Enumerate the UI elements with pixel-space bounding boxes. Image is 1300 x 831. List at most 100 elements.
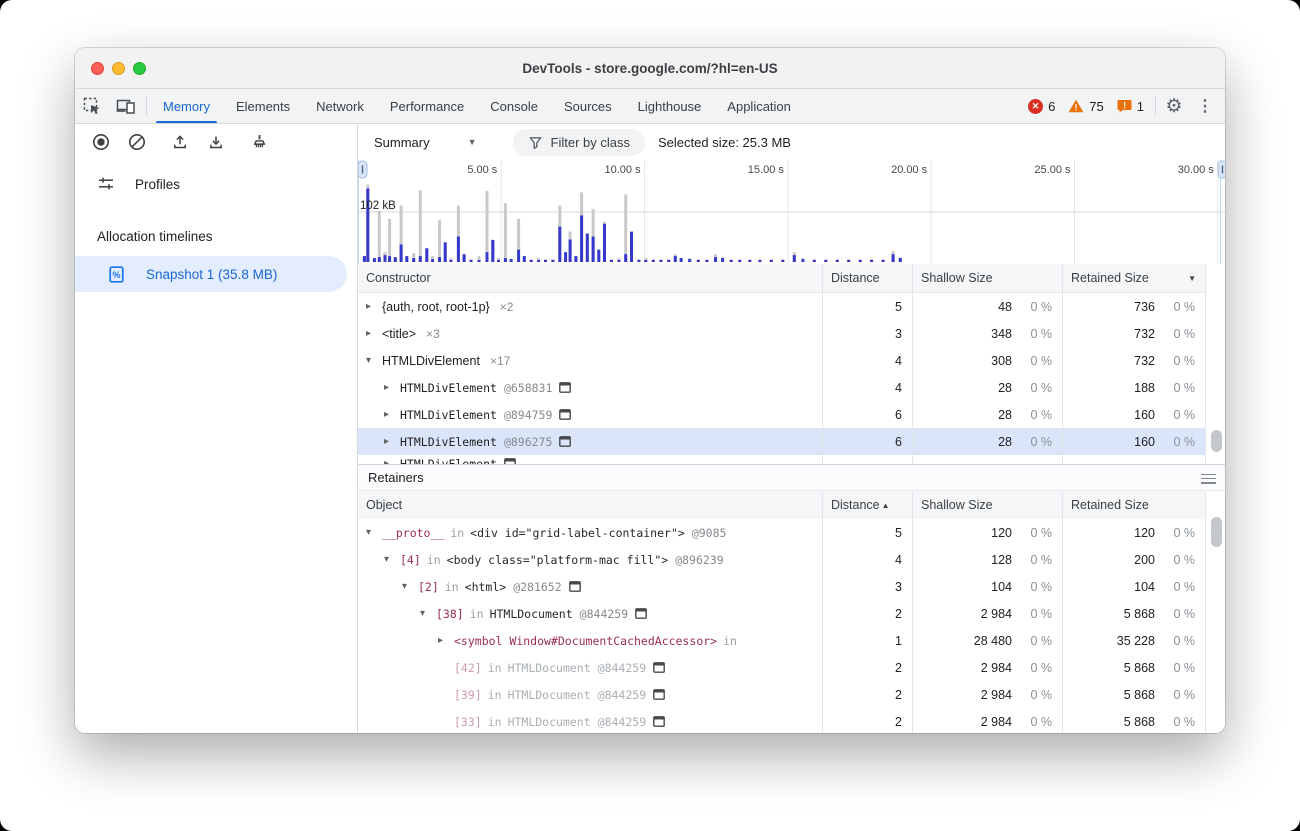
column-header-retained-size[interactable]: Retained Size [1062,491,1205,519]
tab-memory[interactable]: Memory [150,89,223,123]
reveal-icon[interactable] [653,689,665,700]
disclosure-triangle[interactable]: ▾ [384,554,400,565]
retainer-property[interactable]: __proto__ [382,526,444,540]
warning-badge[interactable]: ! 75 [1068,99,1103,114]
disclosure-triangle[interactable]: ▾ [402,581,418,592]
tab-performance[interactable]: Performance [377,89,477,123]
distance-cell: 5 [822,293,912,320]
sidebar-item-profiles[interactable]: Profiles [75,166,357,202]
retainer-property[interactable]: [4] [400,553,421,567]
retainer-property[interactable]: [39] [454,688,482,702]
load-icon[interactable] [162,127,198,157]
retainer-row[interactable]: ▾__proto__in<div id="grid-label-containe… [358,519,1205,546]
retained-size-cell: 5 8680 % [1062,600,1205,627]
disclosure-triangle[interactable]: ▾ [420,608,436,619]
tab-application[interactable]: Application [714,89,804,123]
profiles-icon [97,175,115,193]
disclosure-triangle[interactable]: ▸ [366,328,382,339]
constructor-row[interactable]: ▸HTMLDivElement [358,455,1205,464]
constructor-row[interactable]: ▸HTMLDivElement@8962756280 %1600 % [358,428,1205,455]
svg-text:15.00 s: 15.00 s [748,164,785,176]
constructor-name: HTMLDivElement [400,457,497,465]
disclosure-triangle[interactable]: ▸ [384,436,400,447]
shallow-size-cell: 3480 % [912,320,1062,347]
retainer-row[interactable]: [33]inHTMLDocument@84425922 9840 %5 8680… [358,708,1205,733]
tab-elements[interactable]: Elements [223,89,303,123]
retainer-row[interactable]: ▾[4]in<body class="platform-mac fill">@8… [358,546,1205,573]
gear-icon[interactable]: ⚙ [1159,95,1189,118]
reveal-icon[interactable] [635,608,647,619]
record-icon[interactable] [83,127,119,157]
constructor-row[interactable]: ▸HTMLDivElement@6588314280 %1880 % [358,374,1205,401]
perspective-select[interactable]: Summary ▼ [368,131,483,154]
constructor-row[interactable]: ▸{auth, root, root-1p}×25480 %7360 % [358,293,1205,320]
tab-console[interactable]: Console [477,89,551,123]
issue-badge[interactable]: !1 [1117,99,1144,114]
disclosure-triangle[interactable]: ▸ [366,301,382,312]
retainer-property[interactable]: [42] [454,661,482,675]
snapshot-icon: % [109,266,124,283]
column-header-shallow-size[interactable]: Shallow Size [912,264,1062,292]
save-icon[interactable] [198,127,234,157]
constructor-row[interactable]: ▸HTMLDivElement@8947596280 %1600 % [358,401,1205,428]
allocation-timeline-overview[interactable]: 5.00 s10.00 s15.00 s20.00 s25.00 s30.00 … [358,160,1225,264]
retainer-row[interactable]: ▾[38]inHTMLDocument@84425922 9840 %5 868… [358,600,1205,627]
retainer-property[interactable]: [38] [436,607,464,621]
device-toolbar-icon[interactable] [109,89,143,123]
retainer-object: <div id="grid-label-container"> [470,526,685,540]
reveal-icon[interactable] [559,409,571,420]
error-badge[interactable]: ✕6 [1028,99,1055,114]
distance-cell: 2 [822,708,912,733]
clear-icon[interactable] [119,127,155,157]
retainer-row[interactable]: [42]inHTMLDocument@84425922 9840 %5 8680… [358,654,1205,681]
constructor-row[interactable]: ▸<title>×333480 %7320 % [358,320,1205,347]
reveal-icon[interactable] [559,436,571,447]
constructor-scrollbar[interactable] [1205,264,1225,464]
column-header-retained-size[interactable]: Retained Size▼ [1062,264,1205,292]
retainer-property[interactable]: [33] [454,715,482,729]
class-filter-input[interactable]: Filter by class [513,129,645,156]
kebab-icon[interactable]: ⋮ [1193,96,1217,116]
retainer-row[interactable]: [39]inHTMLDocument@84425922 9840 %5 8680… [358,681,1205,708]
instance-count: ×3 [426,327,440,341]
retainer-property[interactable]: [2] [418,580,439,594]
profiles-label: Profiles [135,177,180,192]
reveal-icon[interactable] [653,716,665,727]
inspect-icon[interactable] [75,89,109,123]
scrollbar-thumb[interactable] [1211,517,1222,547]
disclosure-triangle[interactable]: ▾ [366,355,382,366]
svg-text:30.00 s: 30.00 s [1178,164,1215,176]
sort-descending-icon: ▼ [1188,274,1196,283]
column-header-object[interactable]: Object [358,491,822,519]
shallow-size-cell: 3080 % [912,347,1062,374]
constructor-row[interactable]: ▾HTMLDivElement×1743080 %7320 % [358,347,1205,374]
scrollbar-thumb[interactable] [1211,430,1222,452]
badge-count: 75 [1089,99,1103,114]
tab-network[interactable]: Network [303,89,377,123]
disclosure-triangle[interactable]: ▸ [438,635,454,646]
hamburger-icon[interactable] [1201,471,1216,486]
retainer-property[interactable]: <symbol Window#DocumentCachedAccessor> [454,634,717,648]
garbage-collect-icon[interactable] [241,127,277,157]
constructor-name: HTMLDivElement [400,435,497,449]
column-header-shallow-size[interactable]: Shallow Size [912,491,1062,519]
column-header-distance[interactable]: Distance [822,264,912,292]
warning-icon: ! [1068,99,1084,113]
retainer-object: HTMLDocument [508,661,591,675]
tab-lighthouse[interactable]: Lighthouse [625,89,715,123]
column-header-distance[interactable]: Distance▲ [822,491,912,519]
reveal-icon[interactable] [559,382,571,393]
disclosure-triangle[interactable]: ▾ [366,527,382,538]
reveal-icon[interactable] [569,581,581,592]
disclosure-triangle[interactable]: ▸ [384,382,400,393]
sidebar-item-snapshot-1[interactable]: % Snapshot 1 (35.8 MB) [75,256,347,292]
reveal-icon[interactable] [653,662,665,673]
retainer-row[interactable]: ▾[2]in<html>@28165231040 %1040 % [358,573,1205,600]
retainer-row[interactable]: ▸<symbol Window#DocumentCachedAccessor>i… [358,627,1205,654]
object-id: @844259 [598,715,646,729]
shallow-size-cell: 1280 % [912,546,1062,573]
column-header-constructor[interactable]: Constructor [358,264,822,292]
retainers-scrollbar[interactable] [1205,491,1225,733]
tab-sources[interactable]: Sources [551,89,625,123]
disclosure-triangle[interactable]: ▸ [384,409,400,420]
